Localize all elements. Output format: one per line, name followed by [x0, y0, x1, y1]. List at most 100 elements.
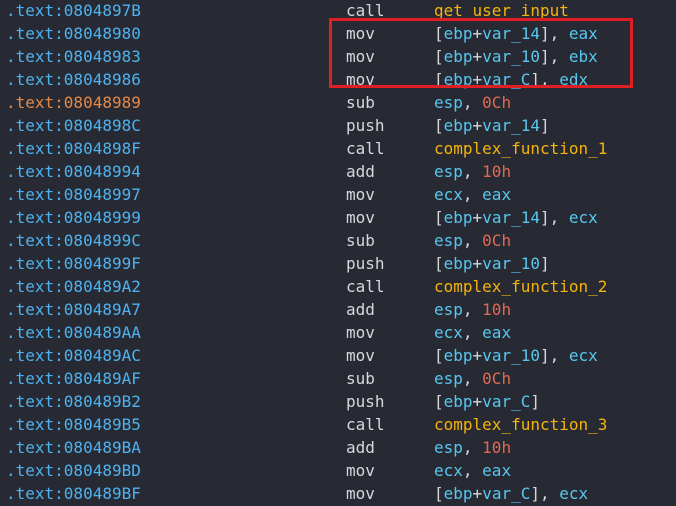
address-label[interactable]: .text:08048980: [6, 22, 141, 45]
operand-register[interactable]: var_14: [482, 116, 540, 135]
instruction-row[interactable]: .text:080489A2 call complex_function_2: [0, 275, 676, 298]
operand-register[interactable]: ebp: [444, 392, 473, 411]
operand-register[interactable]: ebp: [444, 484, 473, 503]
operands[interactable]: ecx, eax: [434, 183, 511, 206]
address-label[interactable]: .text:080489BA: [6, 436, 141, 459]
address-label[interactable]: .text:0804899F: [6, 252, 141, 275]
operands[interactable]: esp, 0Ch: [434, 229, 511, 252]
operand-register[interactable]: ecx: [434, 323, 463, 342]
operand-register[interactable]: ebp: [444, 346, 473, 365]
operands[interactable]: esp, 10h: [434, 160, 511, 183]
address-label[interactable]: .text:0804897B: [6, 0, 141, 22]
address-label[interactable]: .text:080489A7: [6, 298, 141, 321]
operand-register[interactable]: esp: [434, 369, 463, 388]
operand-register[interactable]: ebp: [444, 70, 473, 89]
mnemonic[interactable]: sub: [346, 367, 375, 390]
address-label[interactable]: .text:08048994: [6, 160, 141, 183]
operands[interactable]: esp, 0Ch: [434, 367, 511, 390]
instruction-row[interactable]: .text:08048994 add esp, 10h: [0, 160, 676, 183]
operands[interactable]: complex_function_3: [434, 413, 607, 436]
mnemonic[interactable]: mov: [346, 321, 375, 344]
address-label[interactable]: .text:08048986: [6, 68, 141, 91]
operand-register[interactable]: esp: [434, 231, 463, 250]
mnemonic[interactable]: call: [346, 137, 385, 160]
function-name[interactable]: complex_function_3: [434, 415, 607, 434]
operands[interactable]: [ebp+var_10], ebx: [434, 45, 598, 68]
mnemonic[interactable]: sub: [346, 91, 375, 114]
address-label[interactable]: .text:0804898C: [6, 114, 141, 137]
operands[interactable]: get_user_input: [434, 0, 569, 22]
mnemonic[interactable]: sub: [346, 229, 375, 252]
instruction-row[interactable]: .text:080489B2 push [ebp+var_C]: [0, 390, 676, 413]
instruction-row[interactable]: .text:080489AA mov ecx, eax: [0, 321, 676, 344]
instruction-row[interactable]: .text:0804899C sub esp, 0Ch: [0, 229, 676, 252]
operand-register[interactable]: var_C: [482, 70, 530, 89]
operands[interactable]: complex_function_1: [434, 137, 607, 160]
address-label[interactable]: .text:080489AF: [6, 367, 141, 390]
address-label[interactable]: .text:080489B5: [6, 413, 141, 436]
mnemonic[interactable]: call: [346, 275, 385, 298]
mnemonic[interactable]: call: [346, 0, 385, 22]
operand-register[interactable]: var_C: [482, 484, 530, 503]
instruction-row[interactable]: .text:0804898F call complex_function_1: [0, 137, 676, 160]
function-name[interactable]: complex_function_2: [434, 277, 607, 296]
mnemonic[interactable]: add: [346, 298, 375, 321]
operand-register[interactable]: var_10: [482, 47, 540, 66]
address-label[interactable]: .text:0804898F: [6, 137, 141, 160]
operand-register[interactable]: ebx: [569, 47, 598, 66]
operands[interactable]: [ebp+var_C]: [434, 390, 540, 413]
mnemonic[interactable]: mov: [346, 183, 375, 206]
instruction-row[interactable]: .text:080489A7 add esp, 10h: [0, 298, 676, 321]
instruction-row[interactable]: .text:08048980 mov [ebp+var_14], eax: [0, 22, 676, 45]
operands[interactable]: [ebp+var_10], ecx: [434, 344, 598, 367]
mnemonic[interactable]: add: [346, 160, 375, 183]
instruction-row[interactable]: .text:08048983 mov [ebp+var_10], ebx: [0, 45, 676, 68]
mnemonic[interactable]: push: [346, 390, 385, 413]
instruction-row[interactable]: .text:08048986 mov [ebp+var_C], edx: [0, 68, 676, 91]
operand-register[interactable]: ecx: [434, 185, 463, 204]
mnemonic[interactable]: push: [346, 252, 385, 275]
address-label[interactable]: .text:080489BD: [6, 459, 141, 482]
address-label[interactable]: .text:080489B2: [6, 390, 141, 413]
operands[interactable]: [ebp+var_14], eax: [434, 22, 598, 45]
instruction-row[interactable]: .text:0804897B call get_user_input: [0, 0, 676, 22]
instruction-row[interactable]: .text:080489AF sub esp, 0Ch: [0, 367, 676, 390]
mnemonic[interactable]: call: [346, 413, 385, 436]
instruction-row[interactable]: .text:080489BA add esp, 10h: [0, 436, 676, 459]
instruction-row[interactable]: .text:080489AC mov [ebp+var_10], ecx: [0, 344, 676, 367]
address-label[interactable]: .text:08048989: [6, 91, 141, 114]
operands[interactable]: [ebp+var_C], ecx: [434, 482, 588, 505]
operand-register[interactable]: ebp: [444, 208, 473, 227]
instruction-row[interactable]: .text:08048997 mov ecx, eax: [0, 183, 676, 206]
operands[interactable]: [ebp+var_14], ecx: [434, 206, 598, 229]
address-label[interactable]: .text:080489AA: [6, 321, 141, 344]
operand-register[interactable]: var_14: [482, 208, 540, 227]
address-label[interactable]: .text:080489BF: [6, 482, 141, 505]
instruction-row[interactable]: .text:080489BD mov ecx, eax: [0, 459, 676, 482]
address-label[interactable]: .text:080489A2: [6, 275, 141, 298]
instruction-row[interactable]: .text:08048999 mov [ebp+var_14], ecx: [0, 206, 676, 229]
operand-register[interactable]: ebp: [444, 254, 473, 273]
operands[interactable]: esp, 10h: [434, 436, 511, 459]
operand-register[interactable]: edx: [559, 70, 588, 89]
operand-register[interactable]: ecx: [434, 461, 463, 480]
operands[interactable]: complex_function_2: [434, 275, 607, 298]
instruction-row[interactable]: .text:0804899F push [ebp+var_10]: [0, 252, 676, 275]
operands[interactable]: esp, 0Ch: [434, 91, 511, 114]
mnemonic[interactable]: mov: [346, 22, 375, 45]
operand-register[interactable]: ecx: [569, 346, 598, 365]
mnemonic[interactable]: add: [346, 436, 375, 459]
mnemonic[interactable]: mov: [346, 482, 375, 505]
operands[interactable]: [ebp+var_C], edx: [434, 68, 588, 91]
operands[interactable]: [ebp+var_14]: [434, 114, 550, 137]
mnemonic[interactable]: mov: [346, 344, 375, 367]
address-label[interactable]: .text:08048983: [6, 45, 141, 68]
mnemonic[interactable]: push: [346, 114, 385, 137]
mnemonic[interactable]: mov: [346, 206, 375, 229]
operand-register[interactable]: ebp: [444, 116, 473, 135]
address-label[interactable]: .text:0804899C: [6, 229, 141, 252]
operand-register[interactable]: var_14: [482, 24, 540, 43]
address-label[interactable]: .text:08048997: [6, 183, 141, 206]
function-name[interactable]: complex_function_1: [434, 139, 607, 158]
operands[interactable]: ecx, eax: [434, 459, 511, 482]
